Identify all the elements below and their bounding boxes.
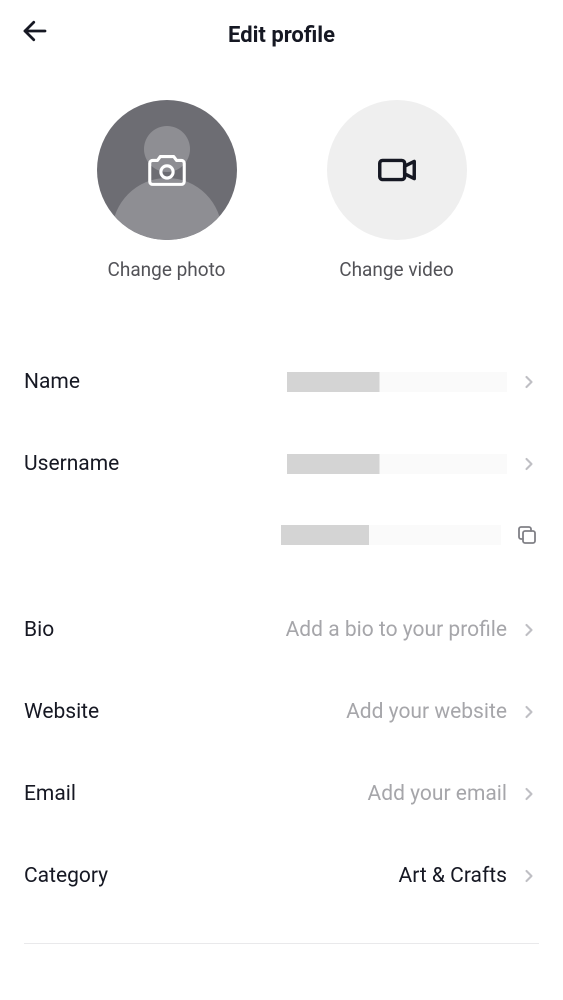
username-label: Username xyxy=(24,452,119,476)
name-value-redacted xyxy=(287,372,507,392)
profile-url-redacted xyxy=(281,525,501,545)
section-divider xyxy=(24,943,539,944)
chevron-right-icon xyxy=(519,620,539,640)
bio-row[interactable]: Bio Add a bio to your profile xyxy=(24,589,539,671)
copy-icon[interactable] xyxy=(515,523,539,547)
header: Edit profile xyxy=(0,0,563,60)
video-icon xyxy=(374,147,420,193)
category-label: Category xyxy=(24,864,108,888)
chevron-right-icon xyxy=(519,454,539,474)
email-label: Email xyxy=(24,782,76,806)
chevron-right-icon xyxy=(519,866,539,886)
change-video-button[interactable]: Change video xyxy=(327,100,467,281)
change-video-label: Change video xyxy=(339,258,454,281)
bio-label: Bio xyxy=(24,618,54,642)
change-photo-button[interactable]: Change photo xyxy=(97,100,237,281)
chevron-right-icon xyxy=(519,784,539,804)
category-value: Art & Crafts xyxy=(108,864,507,888)
video-placeholder xyxy=(327,100,467,240)
page-title: Edit profile xyxy=(20,23,543,48)
camera-icon xyxy=(144,147,190,193)
username-value-redacted xyxy=(287,454,507,474)
website-label: Website xyxy=(24,700,99,724)
arrow-left-icon xyxy=(20,16,50,46)
email-placeholder: Add your email xyxy=(76,782,507,806)
media-row: Change photo Change video xyxy=(0,100,563,281)
chevron-right-icon xyxy=(519,702,539,722)
name-label: Name xyxy=(24,370,80,394)
change-photo-label: Change photo xyxy=(108,258,226,281)
bio-placeholder: Add a bio to your profile xyxy=(54,618,507,642)
back-button[interactable] xyxy=(20,16,50,50)
avatar-placeholder xyxy=(97,100,237,240)
category-row[interactable]: Category Art & Crafts xyxy=(24,835,539,917)
profile-url-row xyxy=(24,505,539,565)
website-placeholder: Add your website xyxy=(99,700,507,724)
website-row[interactable]: Website Add your website xyxy=(24,671,539,753)
name-row[interactable]: Name xyxy=(24,341,539,423)
form-list: Name Username Bio Add a bio to your prof… xyxy=(0,341,563,917)
email-row[interactable]: Email Add your email xyxy=(24,753,539,835)
chevron-right-icon xyxy=(519,372,539,392)
username-row[interactable]: Username xyxy=(24,423,539,505)
